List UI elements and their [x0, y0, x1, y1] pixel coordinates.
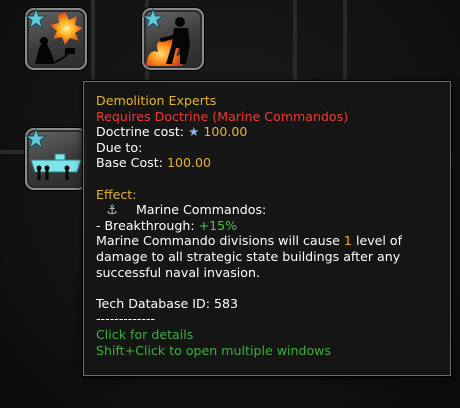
anchor-icon: ⚓	[106, 202, 118, 218]
doctrine-cost-value: 100.00	[203, 124, 248, 140]
effect-description: Marine Commando divisions will cause 1 l…	[96, 233, 403, 280]
due-to-label: Due to:	[96, 139, 143, 155]
base-cost-value: 100.00	[166, 155, 212, 171]
click-for-details-hint: Click for details	[96, 326, 194, 342]
tree-connector	[293, 0, 297, 82]
doctrine-requirement: Requires Doctrine (Marine Commandos)	[96, 108, 349, 124]
shift-click-hint: Shift+Click to open multiple windows	[96, 342, 332, 358]
star-icon	[25, 128, 47, 150]
effect-stat-value: +15%	[198, 217, 238, 233]
tech-icon-assault[interactable]	[142, 8, 204, 70]
doctrine-star-icon: ★	[188, 124, 200, 140]
tree-connector	[343, 0, 347, 82]
tree-connector	[0, 150, 28, 154]
doctrine-cost-label: Doctrine cost:	[96, 124, 185, 140]
base-cost-row: Base Cost: 100.00	[96, 155, 438, 171]
tech-tooltip: Demolition Experts Requires Doctrine (Ma…	[83, 81, 451, 376]
effect-label: Effect:	[96, 186, 137, 202]
tech-icon-naval-landing[interactable]	[25, 128, 87, 190]
star-icon	[142, 8, 164, 30]
effect-target-row: ⚓ Marine Commandos:	[96, 202, 438, 218]
effect-stat-label: - Breakthrough:	[96, 217, 195, 233]
tooltip-title: Demolition Experts	[96, 93, 217, 108]
separator: -------------	[96, 311, 156, 327]
description-number: 1	[343, 233, 352, 249]
tech-database-id: Tech Database ID: 583	[96, 295, 238, 311]
star-icon	[25, 8, 47, 30]
tech-icon-demolition[interactable]	[25, 8, 87, 70]
effect-target: Marine Commandos:	[136, 202, 267, 218]
effect-stat-row: - Breakthrough: +15%	[96, 218, 438, 234]
base-cost-label: Base Cost:	[96, 155, 163, 171]
doctrine-cost-row: Doctrine cost: ★ 100.00	[96, 124, 438, 140]
